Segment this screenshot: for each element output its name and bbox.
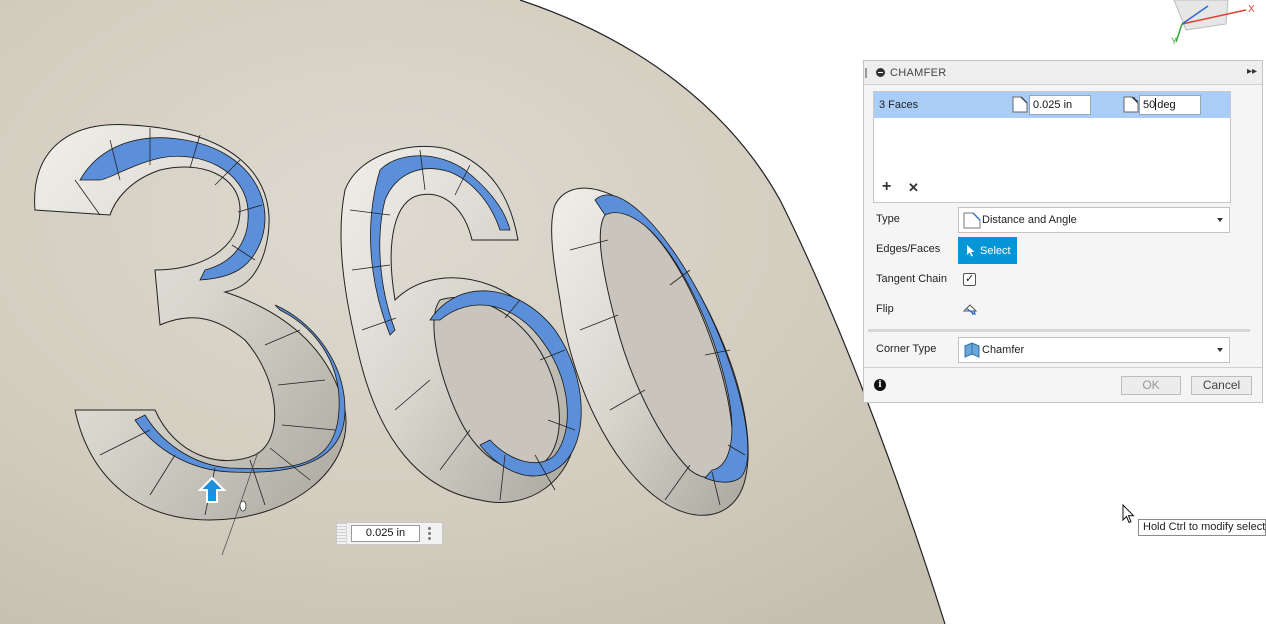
corner-type-value: Chamfer — [982, 344, 1025, 356]
type-label: Type — [876, 213, 900, 225]
flip-icon[interactable] — [962, 301, 978, 317]
dialog-divider — [868, 329, 1250, 332]
dialog-grip[interactable] — [865, 68, 867, 78]
canvas-distance-input-box[interactable]: 0.025 in — [336, 522, 443, 545]
chevron-down-icon — [1217, 348, 1223, 352]
remove-selection-set-button[interactable]: ✕ — [908, 181, 919, 195]
chevron-down-icon — [1217, 218, 1223, 222]
chamfer-distance-icon — [1012, 96, 1028, 113]
angle-value: 50 — [1143, 99, 1156, 111]
edges-faces-label: Edges/Faces — [876, 243, 941, 255]
angle-unit: deg — [1157, 99, 1176, 111]
corner-type-row: Corner Type Chamfer — [876, 337, 1256, 363]
dialog-header[interactable]: CHAMFER ▸▸ — [864, 61, 1262, 85]
selection-set-list: 3 Faces 0.025 in 50 deg + ✕ — [873, 91, 1231, 203]
corner-type-label: Corner Type — [876, 343, 937, 355]
cursor-arrow-icon — [967, 244, 975, 256]
selection-set-row[interactable]: 3 Faces 0.025 in 50 deg — [874, 92, 1230, 118]
expand-dialog-icon[interactable]: ▸▸ — [1247, 66, 1257, 77]
ok-button[interactable]: OK — [1121, 376, 1181, 395]
mouse-cursor-icon — [1122, 504, 1135, 524]
distance-angle-icon — [963, 212, 981, 229]
select-button[interactable]: Select — [958, 237, 1017, 264]
view-cube-y-label: Y — [1171, 36, 1177, 46]
chamfer-angle-icon — [1123, 96, 1139, 113]
canvas-distance-field[interactable]: 0.025 in — [351, 525, 420, 542]
corner-type-dropdown[interactable]: Chamfer — [958, 337, 1230, 363]
checkmark-icon: ✓ — [965, 272, 975, 285]
chamfer-dialog: CHAMFER ▸▸ 3 Faces 0.025 in 50 deg + ✕ Ty… — [863, 60, 1263, 403]
flip-label: Flip — [876, 303, 894, 315]
view-cube[interactable]: X Y — [1168, 0, 1266, 48]
type-row: Type Distance and Angle — [876, 207, 1256, 233]
dialog-title: CHAMFER — [890, 66, 947, 79]
type-value: Distance and Angle — [982, 214, 1077, 226]
tangent-chain-checkbox[interactable]: ✓ — [963, 272, 976, 286]
tooltip: Hold Ctrl to modify selection — [1138, 519, 1266, 536]
view-cube-x-label: X — [1248, 4, 1255, 15]
edges-faces-row: Edges/Faces Select — [876, 237, 1256, 264]
chamfer-corner-icon — [964, 342, 980, 358]
drag-grip[interactable] — [337, 523, 347, 544]
distance-input[interactable]: 0.025 in — [1029, 95, 1091, 115]
select-button-label: Select — [980, 244, 1011, 257]
angle-input[interactable]: 50 deg — [1139, 95, 1201, 115]
collapse-icon[interactable] — [876, 68, 885, 77]
more-options-icon[interactable] — [428, 527, 432, 540]
tangent-chain-label: Tangent Chain — [876, 273, 947, 285]
flip-row: Flip — [876, 297, 1256, 323]
cancel-button[interactable]: Cancel — [1191, 376, 1252, 395]
add-selection-set-button[interactable]: + — [882, 179, 891, 195]
type-dropdown[interactable]: Distance and Angle — [958, 207, 1230, 233]
selection-set-label: 3 Faces — [879, 99, 919, 111]
footer-divider — [864, 367, 1262, 368]
info-icon[interactable]: i — [874, 379, 886, 391]
tangent-chain-row: Tangent Chain ✓ — [876, 267, 1256, 293]
